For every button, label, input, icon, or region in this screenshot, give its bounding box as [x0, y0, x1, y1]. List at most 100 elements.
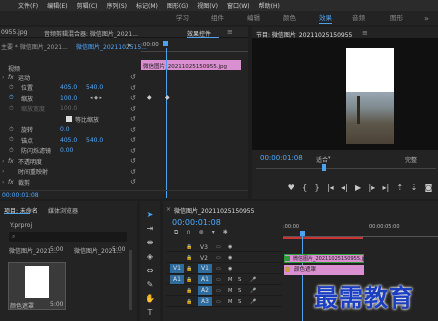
mute-a2-icon[interactable]: M — [228, 288, 232, 294]
track-v1[interactable]: V1 🔒 V1 ▭ ◉ — [166, 263, 282, 274]
menu-file[interactable]: 文件(F) — [18, 1, 38, 10]
track-a1[interactable]: A1 🔒 A1 ▭ M S 🎤 — [166, 274, 282, 285]
step-back-icon[interactable]: ◂| — [341, 183, 348, 192]
export-frame-icon[interactable]: ◙ — [425, 183, 433, 192]
solo-a1-icon[interactable]: S — [238, 277, 241, 283]
lock-v2-icon[interactable]: 🔒 — [186, 255, 192, 261]
voiceover-a3-icon[interactable]: 🎤 — [250, 299, 256, 305]
magnet-icon[interactable]: ∩ — [186, 229, 190, 237]
menu-graphics[interactable]: 图形(G) — [167, 1, 188, 10]
keyframe-nav-icon[interactable]: ◂ ◆ ▸ — [90, 95, 102, 101]
menu-sequence[interactable]: 序列(S) — [107, 1, 128, 10]
master-clip-label[interactable]: 主要 * 微信图片_2021... — [1, 42, 68, 51]
menu-view[interactable]: 视图(V) — [197, 1, 218, 10]
timeline-settings-icon[interactable]: ✱ — [223, 229, 228, 237]
project-scrollbar[interactable] — [129, 250, 132, 310]
sync-a1-icon[interactable]: ▭ — [216, 277, 221, 283]
program-timecode[interactable]: 00:00:01:08 — [260, 154, 303, 162]
sync-a2-icon[interactable]: ▭ — [216, 288, 221, 294]
anchor-row[interactable]: ⏱ 锚点 405.0 540.0 — [0, 135, 140, 146]
marker-icon[interactable]: ♥ — [288, 183, 295, 192]
workspace-editing[interactable]: 编辑 — [247, 11, 260, 25]
eye-v2-icon[interactable]: ◉ — [228, 255, 232, 261]
lock-v3-icon[interactable]: 🔒 — [186, 244, 192, 250]
timeline-close-icon[interactable]: × — [166, 206, 171, 213]
go-to-out-icon[interactable]: ▸| — [383, 183, 390, 192]
source-patch-v1[interactable]: V1 — [170, 264, 184, 273]
menu-marker[interactable]: 标记(M) — [136, 1, 158, 10]
uniform-scale-row[interactable]: 等比缩放 — [0, 114, 140, 125]
play-icon[interactable]: ▶ — [355, 183, 361, 192]
timeline-clip-photo[interactable]: 微信图片_20211025150955.jpg — [284, 254, 369, 263]
crop-row[interactable]: › fx 裁剪 — [0, 177, 140, 188]
workspace-effects[interactable]: 效果 — [319, 11, 332, 25]
reset-motion-icon[interactable]: ↺ — [130, 72, 140, 83]
anchor-y-value[interactable]: 540.0 — [86, 137, 112, 144]
track-select-icon[interactable]: ⇥ — [147, 224, 154, 233]
go-to-in-icon[interactable]: |◂ — [327, 183, 334, 192]
opacity-row[interactable]: › fx 不透明度 — [0, 156, 140, 167]
eye-v1-icon[interactable]: ◉ — [228, 266, 232, 272]
mark-out-icon[interactable]: } — [315, 183, 320, 192]
reset-opacity-icon[interactable]: ↺ — [130, 156, 140, 167]
nest-toggle-icon[interactable]: ⧉ — [174, 229, 178, 237]
solo-a3-icon[interactable]: S — [238, 299, 241, 305]
tab-audio-mixer[interactable]: 音频剪辑混合器: 微信图片_2021... — [44, 29, 138, 38]
menu-clip[interactable]: 剪辑(C) — [77, 1, 98, 10]
play-clip-icon[interactable]: ▸ — [128, 41, 132, 49]
sync-v2-icon[interactable]: ▭ — [216, 255, 221, 261]
time-remap-row[interactable]: › 时间重映射 — [0, 167, 140, 178]
extract-icon[interactable]: ⇣ — [411, 183, 418, 192]
anchor-x-value[interactable]: 405.0 — [60, 137, 86, 144]
position-x-value[interactable]: 405.0 — [60, 84, 86, 91]
program-viewer[interactable] — [252, 38, 438, 150]
keyframe-current-icon[interactable]: ◆ — [165, 94, 170, 101]
rotation-value[interactable]: 0.0 — [60, 126, 86, 133]
selection-tool-icon[interactable]: ➤ — [147, 210, 154, 219]
reset-anchor-icon[interactable]: ↺ — [130, 135, 140, 146]
ec-timecode[interactable]: 00:00:01:08 — [2, 192, 39, 199]
lock-a2-icon[interactable]: 🔒 — [186, 288, 192, 294]
motion-row[interactable]: › fx 运动 — [0, 72, 140, 83]
project-search-input[interactable] — [9, 232, 127, 242]
timeline-title[interactable]: 微信图片_20211025150955 — [174, 206, 254, 215]
track-a2[interactable]: 🔒 A2 ▭ M S 🎤 — [166, 285, 282, 296]
program-scrub-bar[interactable] — [256, 168, 436, 169]
reset-crop-icon[interactable]: ↺ — [130, 177, 140, 188]
ec-playhead-handle[interactable] — [163, 41, 168, 46]
workspace-assembly[interactable]: 组件 — [211, 11, 224, 25]
sync-v1-icon[interactable]: ▭ — [216, 266, 221, 272]
reset-timeremap-icon[interactable]: ↺ — [130, 167, 140, 178]
reset-antiflicker-icon[interactable]: ↺ — [130, 146, 140, 157]
program-menu-icon[interactable]: ≡ — [362, 29, 368, 37]
lift-icon[interactable]: ⇡ — [397, 183, 404, 192]
menu-help[interactable]: 帮助(H) — [259, 1, 280, 10]
sync-a3-icon[interactable]: ▭ — [216, 299, 221, 305]
solo-a2-icon[interactable]: S — [238, 288, 241, 294]
menu-window[interactable]: 窗口(W) — [227, 1, 250, 10]
lock-v1-icon[interactable]: 🔒 — [186, 266, 192, 272]
reset-scale-icon[interactable]: ↺ — [130, 93, 140, 104]
rotation-row[interactable]: ⏱ 旋转 0.0 — [0, 125, 140, 136]
panel-menu-icon[interactable]: ≡ — [227, 28, 233, 36]
voiceover-a1-icon[interactable]: 🎤 — [250, 277, 256, 283]
workspace-graphics[interactable]: 图形 — [390, 11, 403, 25]
type-tool-icon[interactable]: T — [148, 308, 153, 317]
program-playhead[interactable] — [322, 164, 326, 171]
keyframe-start-icon[interactable]: ◆ — [147, 94, 152, 101]
track-v2[interactable]: 🔒 V2 ▭ ◉ — [166, 252, 282, 263]
track-v3[interactable]: 🔒 V3 ▭ ◉ — [166, 241, 282, 252]
reset-position-icon[interactable]: ↺ — [130, 83, 140, 94]
reset-scale-width-icon[interactable]: ↺ — [130, 104, 140, 115]
workspace-color[interactable]: 颜色 — [283, 11, 296, 25]
razor-tool-icon[interactable]: ◈ — [147, 252, 153, 261]
tab-source-clip[interactable]: 0955.jpg — [1, 29, 27, 36]
menu-edit[interactable]: 编辑(E) — [47, 1, 67, 10]
position-y-value[interactable]: 540.0 — [86, 84, 112, 91]
voiceover-a2-icon[interactable]: 🎤 — [250, 288, 256, 294]
fit-dropdown[interactable]: 适合 — [316, 155, 328, 164]
media-browser-tab[interactable]: 媒体浏览器 — [48, 206, 78, 215]
track-a3[interactable]: 🔒 A3 ▭ M S 🎤 — [166, 296, 282, 307]
fit-chevron-icon[interactable]: ▾ — [328, 155, 331, 161]
mute-a3-icon[interactable]: M — [228, 299, 232, 305]
